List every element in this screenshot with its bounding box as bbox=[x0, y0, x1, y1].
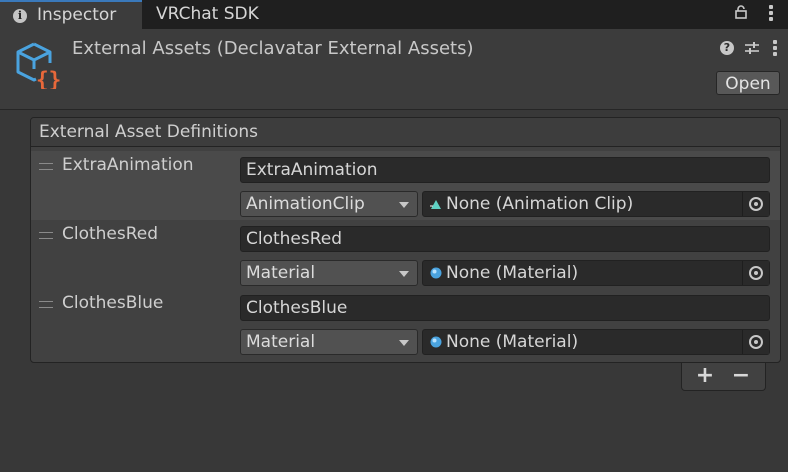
component-menu-icon[interactable] bbox=[772, 38, 778, 58]
object-field[interactable]: None (Animation Clip) bbox=[422, 191, 770, 217]
list-item[interactable]: ClothesBlue ClothesBlue Material None (M… bbox=[31, 289, 780, 358]
type-dropdown[interactable]: Material bbox=[240, 260, 418, 286]
add-item-button[interactable]: + bbox=[692, 363, 718, 389]
tab-bar: i Inspector VRChat SDK bbox=[0, 0, 788, 29]
drag-handle-icon[interactable] bbox=[39, 301, 53, 308]
item-name: ClothesBlue bbox=[62, 293, 164, 313]
component-title: External Assets (Declavatar External Ass… bbox=[72, 38, 474, 59]
lock-icon[interactable] bbox=[734, 5, 748, 19]
key-field[interactable]: ClothesBlue bbox=[240, 295, 770, 321]
material-icon bbox=[430, 336, 442, 348]
tab-inspector[interactable]: i Inspector bbox=[0, 0, 142, 29]
object-field-value: None (Material) bbox=[446, 332, 579, 352]
material-icon bbox=[430, 267, 442, 279]
object-field[interactable]: None (Material) bbox=[422, 329, 770, 355]
type-dropdown[interactable]: Material bbox=[240, 329, 418, 355]
svg-text:{}: {} bbox=[36, 68, 61, 89]
item-name: ClothesRed bbox=[62, 224, 159, 244]
item-name: ExtraAnimation bbox=[62, 155, 194, 175]
list-item[interactable]: ClothesRed ClothesRed Material None (Mat… bbox=[31, 220, 780, 289]
tab-vrchat-sdk[interactable]: VRChat SDK bbox=[156, 0, 259, 29]
chevron-down-icon bbox=[399, 340, 409, 346]
type-dropdown-value: AnimationClip bbox=[246, 194, 365, 214]
type-dropdown-value: Material bbox=[246, 332, 316, 352]
type-dropdown-value: Material bbox=[246, 263, 316, 283]
object-picker-icon[interactable] bbox=[742, 192, 769, 216]
list-header: External Asset Definitions bbox=[31, 118, 780, 147]
list-footer: + − bbox=[681, 363, 766, 391]
object-picker-icon[interactable] bbox=[742, 261, 769, 285]
drag-handle-icon[interactable] bbox=[39, 232, 53, 239]
chevron-down-icon bbox=[399, 202, 409, 208]
type-dropdown[interactable]: AnimationClip bbox=[240, 191, 418, 217]
key-field[interactable]: ClothesRed bbox=[240, 226, 770, 252]
object-field-value: None (Animation Clip) bbox=[446, 194, 634, 214]
component-header: {} External Assets (Declavatar External … bbox=[0, 29, 788, 110]
help-icon[interactable]: ? bbox=[720, 41, 734, 55]
drag-handle-icon[interactable] bbox=[39, 163, 53, 170]
open-button[interactable]: Open bbox=[716, 71, 780, 95]
presets-icon[interactable] bbox=[744, 40, 760, 56]
info-icon: i bbox=[13, 9, 27, 23]
tab-menu-icon[interactable] bbox=[768, 3, 774, 23]
cube-script-icon: {} bbox=[16, 42, 61, 89]
list-item[interactable]: ExtraAnimation ExtraAnimation AnimationC… bbox=[31, 151, 780, 220]
object-field-value: None (Material) bbox=[446, 263, 579, 283]
chevron-down-icon bbox=[399, 271, 409, 277]
external-asset-definitions-list: External Asset Definitions ExtraAnimatio… bbox=[30, 117, 781, 363]
tab-inspector-label: Inspector bbox=[37, 5, 117, 25]
key-field[interactable]: ExtraAnimation bbox=[240, 157, 770, 183]
remove-item-button[interactable]: − bbox=[728, 363, 754, 389]
object-field[interactable]: None (Material) bbox=[422, 260, 770, 286]
object-picker-icon[interactable] bbox=[742, 330, 769, 354]
animation-clip-icon bbox=[430, 200, 441, 209]
